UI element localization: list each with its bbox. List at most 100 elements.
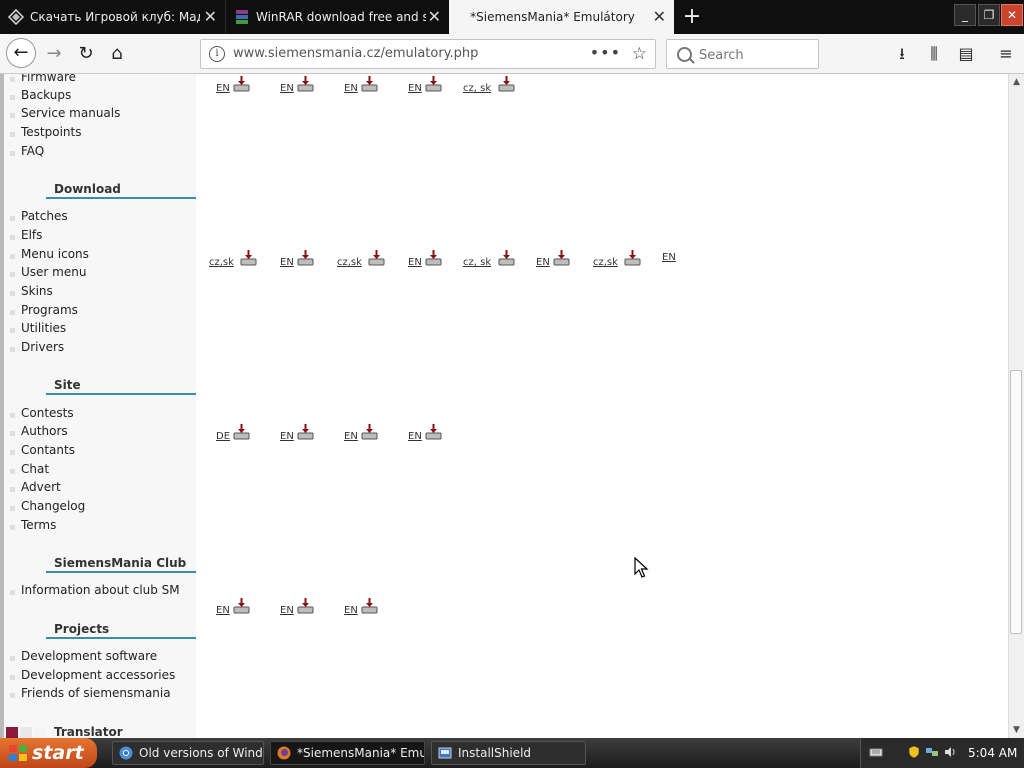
section-heading-projects: Projects: [46, 622, 196, 639]
scroll-thumb[interactable]: [1010, 370, 1022, 634]
taskbar-item-old-versions[interactable]: Old versions of Wind...: [112, 741, 264, 765]
sidebar-item-patches[interactable]: Patches: [10, 209, 68, 223]
sidebar-item-drivers[interactable]: Drivers: [10, 340, 64, 354]
bookmark-star-icon[interactable]: ☆: [632, 40, 647, 68]
url-bar[interactable]: i www.siemensmania.cz/emulatory.php ••• …: [200, 39, 656, 69]
tab-label: *SiemensMania* Emulátory: [470, 10, 635, 24]
sidebar-item-firmware[interactable]: Firmware: [10, 74, 76, 84]
tab-bar: Скачать Игровой клуб: Маджонг ✕ WinRAR d…: [0, 0, 1024, 34]
download-icon: [425, 250, 442, 266]
close-icon[interactable]: ✕: [653, 0, 666, 34]
sidebar-item-club-info[interactable]: Information about club SM: [10, 583, 180, 597]
sidebar-item-changelog[interactable]: Changelog: [10, 499, 85, 513]
bullet-icon: [10, 291, 15, 296]
forward-button[interactable]: →: [40, 40, 68, 68]
start-button[interactable]: start: [0, 738, 97, 768]
restore-button[interactable]: ❐: [978, 4, 1000, 26]
taskbar-item-siemensmania[interactable]: *SiemensMania* Emul...: [270, 741, 425, 765]
sidebar-icon[interactable]: ▤: [952, 40, 980, 68]
tab-label: WinRAR download free and support: [256, 10, 426, 24]
language-link[interactable]: EN: [662, 252, 676, 263]
home-button[interactable]: ⌂: [103, 40, 131, 68]
network-icon[interactable]: [925, 745, 939, 759]
bullet-icon: [10, 310, 15, 315]
bullet-icon: [10, 450, 15, 455]
sidebar-item-testpoints[interactable]: Testpoints: [10, 125, 82, 139]
tab-winrar[interactable]: WinRAR download free and support ✕: [225, 0, 449, 34]
security-shield-icon[interactable]: [907, 745, 921, 759]
bullet-icon: [10, 95, 15, 100]
flag-icon[interactable]: [34, 727, 46, 738]
sidebar-item-user-menu[interactable]: User menu: [10, 265, 86, 279]
search-input[interactable]: [697, 43, 816, 67]
download-icon: [425, 76, 442, 92]
bullet-icon: [10, 151, 15, 156]
bullet-icon: [10, 656, 15, 661]
sidebar-item-backups[interactable]: Backups: [10, 88, 71, 102]
window-close-button[interactable]: ✕: [1001, 4, 1023, 26]
bullet-icon: [10, 235, 15, 240]
bullet-icon: [10, 525, 15, 530]
bullet-icon: [10, 328, 15, 333]
sidebar-item-contests[interactable]: Contests: [10, 406, 74, 420]
volume-icon[interactable]: [943, 745, 957, 759]
scroll-up-arrow-icon[interactable]: ▲: [1009, 74, 1024, 90]
minimize-button[interactable]: _: [954, 4, 976, 26]
sidebar-item-service-manuals[interactable]: Service manuals: [10, 106, 120, 120]
download-icon: [297, 250, 314, 266]
library-icon[interactable]: ⫼: [920, 40, 948, 68]
taskbar-item-installshield[interactable]: InstallShield: [431, 741, 586, 765]
flag-icon[interactable]: [6, 727, 18, 738]
sidebar-item-contants[interactable]: Contants: [10, 443, 75, 457]
bullet-icon: [10, 216, 15, 221]
sidebar-item-programs[interactable]: Programs: [10, 303, 78, 317]
sidebar-item-development-accessories[interactable]: Development accessories: [10, 668, 175, 682]
sidebar-item-skins[interactable]: Skins: [10, 284, 53, 298]
page-actions-icon[interactable]: •••: [590, 40, 621, 66]
sidebar-item-menu-icons[interactable]: Menu icons: [10, 247, 89, 261]
section-heading-download: Download: [46, 182, 196, 199]
sidebar-item-authors[interactable]: Authors: [10, 424, 68, 438]
download-icon: [361, 598, 378, 614]
page-scrollbar[interactable]: ▲ ▼: [1008, 74, 1024, 738]
sidebar-item-chat[interactable]: Chat: [10, 462, 49, 476]
sidebar-item-advert[interactable]: Advert: [10, 480, 61, 494]
sidebar-item-elfs[interactable]: Elfs: [10, 228, 42, 242]
sidebar: Firmware Backups Service manuals Testpoi…: [0, 74, 196, 738]
firefox-icon: [277, 746, 291, 760]
content-area: EN EN EN EN cz, sk cz,sk EN cz,sk EN cz,…: [196, 74, 1008, 738]
sidebar-item-development-software[interactable]: Development software: [10, 649, 157, 663]
section-heading-translator: Translator: [46, 725, 196, 738]
system-clock[interactable]: 5:04 AM: [968, 738, 1017, 768]
installshield-icon: [438, 747, 452, 759]
download-icon: [233, 76, 250, 92]
reload-button[interactable]: ↻: [72, 40, 100, 68]
new-tab-button[interactable]: +: [680, 3, 704, 31]
sidebar-item-faq[interactable]: FAQ: [10, 144, 44, 158]
home-icon: ⌂: [111, 43, 123, 64]
chrome-icon: [119, 746, 133, 760]
download-icon: [624, 250, 641, 266]
download-icon: [297, 598, 314, 614]
tab-siemensmania[interactable]: *SiemensMania* Emulátory ✕: [449, 0, 674, 34]
url-text[interactable]: www.siemensmania.cz/emulatory.php: [233, 40, 478, 68]
flag-icon[interactable]: [20, 727, 32, 738]
download-icon: [361, 76, 378, 92]
search-box[interactable]: [666, 39, 819, 69]
tab-mahjong[interactable]: Скачать Игровой клуб: Маджонг ✕: [0, 0, 225, 34]
windows-logo-icon: [9, 745, 27, 761]
close-icon[interactable]: ✕: [204, 0, 217, 34]
close-icon[interactable]: ✕: [428, 0, 441, 34]
sidebar-item-terms[interactable]: Terms: [10, 518, 56, 532]
back-button[interactable]: ←: [6, 38, 36, 68]
sidebar-item-friends[interactable]: Friends of siemensmania: [10, 686, 171, 700]
start-label: start: [32, 742, 84, 764]
info-icon[interactable]: i: [209, 46, 225, 62]
scroll-down-arrow-icon[interactable]: ▼: [1009, 722, 1024, 738]
menu-icon[interactable]: ≡: [992, 40, 1020, 68]
keyboard-icon[interactable]: [869, 745, 883, 759]
download-icon[interactable]: ⭳: [888, 40, 916, 68]
sidebar-item-utilities[interactable]: Utilities: [10, 321, 66, 335]
section-heading-siemensmania-club: SiemensMania Club: [46, 556, 196, 573]
bullet-icon: [10, 413, 15, 418]
